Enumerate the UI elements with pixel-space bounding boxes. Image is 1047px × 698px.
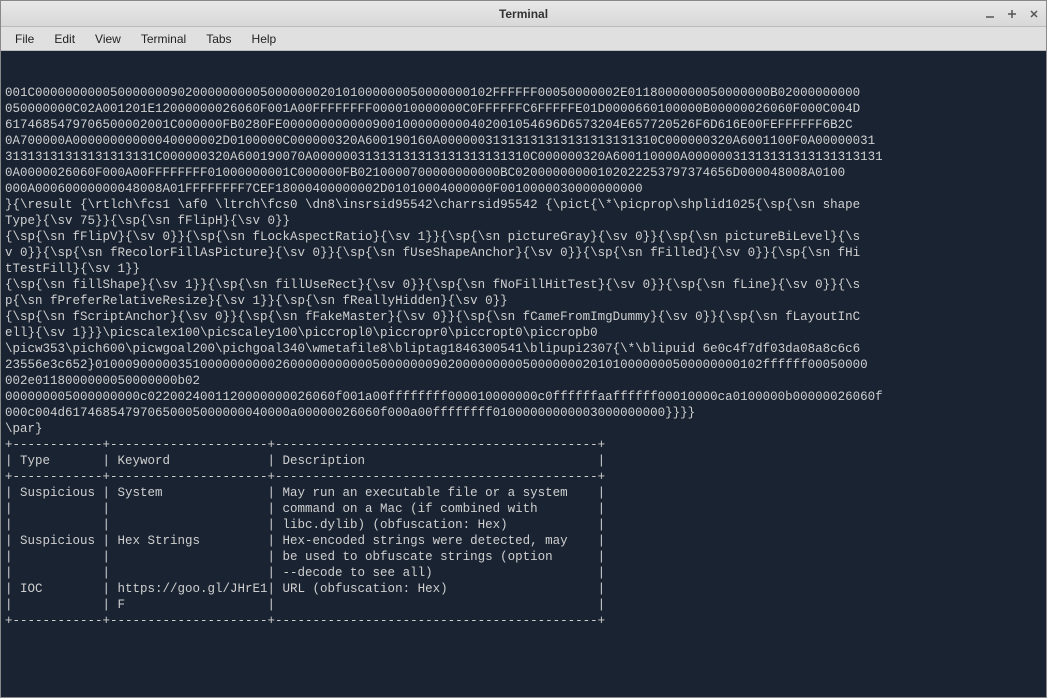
- terminal-line: | | | be used to obfuscate strings (opti…: [5, 549, 1042, 565]
- terminal-line: 000A00060000000048008A01FFFFFFFF7CEF1800…: [5, 181, 1042, 197]
- menu-help[interactable]: Help: [242, 30, 287, 48]
- terminal-line: \picw353\pich600\picwgoal200\pichgoal340…: [5, 341, 1042, 357]
- window-title: Terminal: [499, 7, 548, 21]
- menu-terminal[interactable]: Terminal: [131, 30, 196, 48]
- terminal-line: +------------+---------------------+----…: [5, 437, 1042, 453]
- menu-tabs[interactable]: Tabs: [196, 30, 241, 48]
- terminal-line: ell}{\sv 1}}}\picscalex100\picscaley100\…: [5, 325, 1042, 341]
- terminal-line: v 0}}{\sp{\sn fRecolorFillAsPicture}{\sv…: [5, 245, 1042, 261]
- window-controls: [982, 6, 1042, 22]
- terminal-line: }{\result {\rtlch\fcs1 \af0 \ltrch\fcs0 …: [5, 197, 1042, 213]
- terminal-line: 6174685479706500002001C000000FB0280FE000…: [5, 117, 1042, 133]
- terminal-line: | | | libc.dylib) (obfuscation: Hex) |: [5, 517, 1042, 533]
- terminal-line: | Suspicious | Hex Strings | Hex-encoded…: [5, 533, 1042, 549]
- terminal-line: | | | --decode to see all) |: [5, 565, 1042, 581]
- terminal-window: Terminal File Edit View Terminal Tabs He…: [0, 0, 1047, 698]
- terminal-line: {\sp{\sn fillShape}{\sv 1}}{\sp{\sn fill…: [5, 277, 1042, 293]
- menu-edit[interactable]: Edit: [44, 30, 85, 48]
- terminal-line: 050000000C02A001201E12000000026060F001A0…: [5, 101, 1042, 117]
- terminal-line: 0A0000026060F000A00FFFFFFFF01000000001C0…: [5, 165, 1042, 181]
- terminal-line: 23556e3c652}0100090000035100000000002600…: [5, 357, 1042, 373]
- terminal-line: 000000005000000000c022002400112000000002…: [5, 389, 1042, 405]
- terminal-line: +------------+---------------------+----…: [5, 469, 1042, 485]
- terminal-line: p{\sn fPreferRelativeResize}{\sv 1}}{\sp…: [5, 293, 1042, 309]
- menubar: File Edit View Terminal Tabs Help: [1, 27, 1046, 51]
- menu-file[interactable]: File: [5, 30, 44, 48]
- terminal-line: | | F | |: [5, 597, 1042, 613]
- terminal-line: +------------+---------------------+----…: [5, 613, 1042, 629]
- terminal-line: | Type | Keyword | Description |: [5, 453, 1042, 469]
- close-button[interactable]: [1026, 6, 1042, 22]
- terminal-line: 0A700000A00000000000040000002D0100000C00…: [5, 133, 1042, 149]
- terminal-output[interactable]: 001C000000000050000000902000000000500000…: [1, 51, 1046, 697]
- minimize-button[interactable]: [982, 6, 998, 22]
- terminal-line: | | | command on a Mac (if combined with…: [5, 501, 1042, 517]
- terminal-line: | IOC | https://goo.gl/JHrE1| URL (obfus…: [5, 581, 1042, 597]
- terminal-line: 002e0118000000050000000b02: [5, 373, 1042, 389]
- terminal-line: 001C000000000050000000902000000000500000…: [5, 85, 1042, 101]
- terminal-line: \par}: [5, 421, 1042, 437]
- terminal-line: {\sp{\sn fFlipV}{\sv 0}}{\sp{\sn fLockAs…: [5, 229, 1042, 245]
- terminal-line: Type}{\sv 75}}{\sp{\sn fFlipH}{\sv 0}}: [5, 213, 1042, 229]
- terminal-line: tTestFill}{\sv 1}}: [5, 261, 1042, 277]
- terminal-line: {\sp{\sn fScriptAnchor}{\sv 0}}{\sp{\sn …: [5, 309, 1042, 325]
- titlebar[interactable]: Terminal: [1, 1, 1046, 27]
- terminal-line: | Suspicious | System | May run an execu…: [5, 485, 1042, 501]
- menu-view[interactable]: View: [85, 30, 131, 48]
- terminal-line: 000c004d617468547970650005000000040000a0…: [5, 405, 1042, 421]
- maximize-button[interactable]: [1004, 6, 1020, 22]
- terminal-line: 31313131313131313131C000000320A600190070…: [5, 149, 1042, 165]
